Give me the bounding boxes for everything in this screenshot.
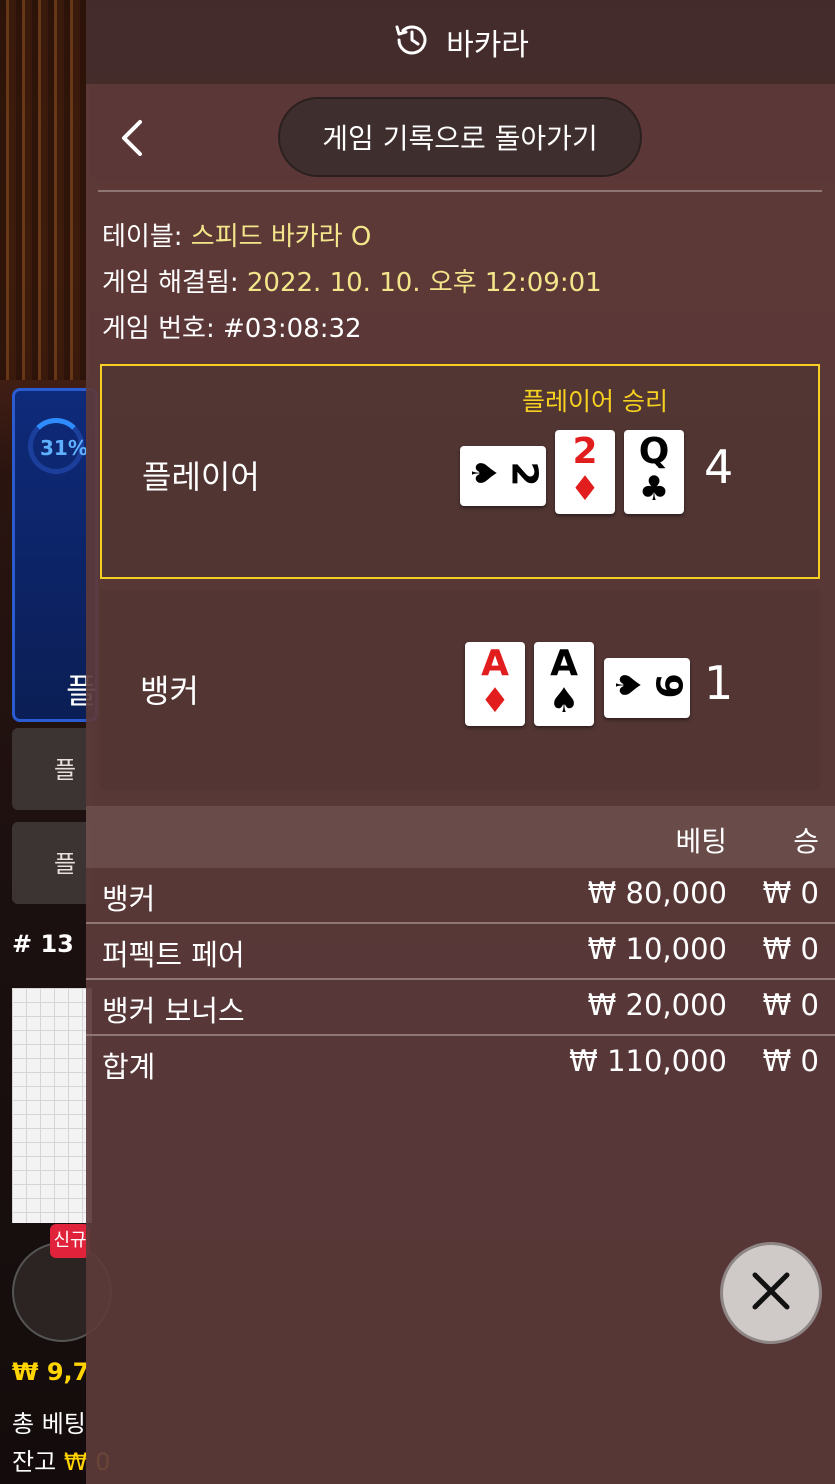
bet-name: 뱅커 보너스 bbox=[102, 994, 245, 1028]
panel-header: 바카라 bbox=[86, 0, 835, 84]
bet-column-header: 베팅 bbox=[675, 825, 727, 858]
win-amount: ₩ 0 bbox=[762, 876, 819, 910]
banker-card-1: A ♦ bbox=[465, 642, 525, 726]
table-info: 테이블: 스피드 바카라 O bbox=[102, 216, 371, 253]
player-hand-label: 플레이어 bbox=[142, 458, 260, 496]
card-rank: 2 bbox=[572, 431, 598, 472]
bet-amount: ₩ 20,000 bbox=[587, 988, 727, 1022]
win-amount: ₩ 0 bbox=[762, 932, 819, 966]
banker-score: 1 bbox=[704, 656, 734, 710]
card-suit: ♦ bbox=[569, 469, 601, 509]
game-number-value: #03:08:32 bbox=[222, 314, 362, 344]
player-bonus-button[interactable]: 플 bbox=[12, 728, 92, 810]
panel-title: 바카라 bbox=[446, 28, 529, 63]
card-rank: 2 bbox=[503, 461, 545, 487]
card-suit: ♠ bbox=[607, 669, 648, 701]
return-to-history-button[interactable]: 게임 기록으로 돌아가기 bbox=[278, 97, 642, 177]
card-suit: ♣ bbox=[638, 469, 670, 509]
player-card-1: ♠ 2 bbox=[460, 446, 546, 506]
header-title-group: 바카라 bbox=[86, 0, 835, 84]
win-column-header: 승 bbox=[793, 825, 819, 858]
banker-card-2: A ♠ bbox=[534, 642, 594, 726]
resolved-label: 게임 해결됨: bbox=[102, 268, 239, 298]
card-suit: ♠ bbox=[463, 457, 504, 489]
bet-amount: ₩ 10,000 bbox=[587, 932, 727, 966]
card-rank: A bbox=[481, 643, 509, 684]
bet-name: 뱅커 bbox=[102, 882, 156, 916]
resolved-info: 게임 해결됨: 2022. 10. 10. 오후 12:09:01 bbox=[102, 262, 602, 299]
new-badge: 신규 bbox=[50, 1224, 90, 1258]
back-button[interactable] bbox=[112, 118, 152, 162]
total-row: 합계 ₩ 110,000 ₩ 0 bbox=[86, 1036, 835, 1091]
table-row: 퍼펙트 페어 ₩ 10,000 ₩ 0 bbox=[86, 924, 835, 979]
bead-road bbox=[12, 988, 92, 1223]
banker-hand: 뱅커 A ♦ A ♠ ♠ 9 1 bbox=[100, 590, 820, 790]
player-card-3: Q ♣ bbox=[624, 430, 684, 514]
resolved-value: 2022. 10. 10. 오후 12:09:01 bbox=[246, 268, 602, 298]
bet-name: 퍼펙트 페어 bbox=[102, 938, 245, 972]
round-number: # 13 bbox=[12, 930, 74, 958]
total-label: 합계 bbox=[102, 1050, 156, 1084]
player-score: 4 bbox=[704, 440, 734, 494]
table-value: 스피드 바카라 O bbox=[190, 222, 372, 252]
total-bet-amount: ₩ 110,000 bbox=[569, 1044, 727, 1078]
player-hand: 플레이어 승리 플레이어 ♠ 2 2 ♦ Q ♣ 4 bbox=[100, 364, 820, 579]
bets-table-header: 베팅 승 bbox=[86, 806, 835, 868]
game-history-panel: 바카라 게임 기록으로 돌아가기 테이블: 스피드 바카라 O 게임 해결됨: … bbox=[86, 0, 835, 1484]
bet-amount: ₩ 80,000 bbox=[587, 876, 727, 910]
table-row: 뱅커 보너스 ₩ 20,000 ₩ 0 bbox=[86, 980, 835, 1035]
balance-amount: ₩ 9,7 bbox=[12, 1358, 90, 1386]
player-card-2: 2 ♦ bbox=[555, 430, 615, 514]
player-pair-label: 플 bbox=[54, 850, 77, 878]
total-bet-label: 총 베팅 bbox=[12, 1410, 86, 1438]
total-win-amount: ₩ 0 bbox=[762, 1044, 819, 1078]
chevron-left-icon bbox=[118, 118, 146, 162]
player-bonus-label: 플 bbox=[54, 756, 77, 784]
game-number-label: 게임 번호: bbox=[102, 314, 215, 344]
card-rank: 9 bbox=[647, 673, 689, 699]
banker-hand-label: 뱅커 bbox=[140, 672, 199, 710]
close-button[interactable] bbox=[720, 1242, 822, 1344]
card-suit: ♠ bbox=[548, 681, 580, 721]
game-number-info: 게임 번호: #03:08:32 bbox=[102, 308, 362, 345]
banker-card-3: ♠ 9 bbox=[604, 658, 690, 718]
studio-curtain bbox=[0, 0, 90, 380]
player-pair-button[interactable]: 플 bbox=[12, 822, 92, 904]
win-amount: ₩ 0 bbox=[762, 988, 819, 1022]
card-suit: ♦ bbox=[479, 681, 511, 721]
bet-percent: 31% bbox=[40, 436, 88, 460]
history-icon bbox=[392, 20, 432, 64]
balance-label: 잔고 bbox=[12, 1448, 57, 1476]
divider bbox=[98, 190, 822, 192]
close-icon bbox=[749, 1269, 793, 1317]
card-rank: Q bbox=[638, 431, 670, 472]
table-row: 뱅커 ₩ 80,000 ₩ 0 bbox=[86, 868, 835, 923]
table-label: 테이블: bbox=[102, 222, 183, 252]
player-win-label: 플레이어 승리 bbox=[522, 387, 668, 416]
card-rank: A bbox=[550, 643, 578, 684]
